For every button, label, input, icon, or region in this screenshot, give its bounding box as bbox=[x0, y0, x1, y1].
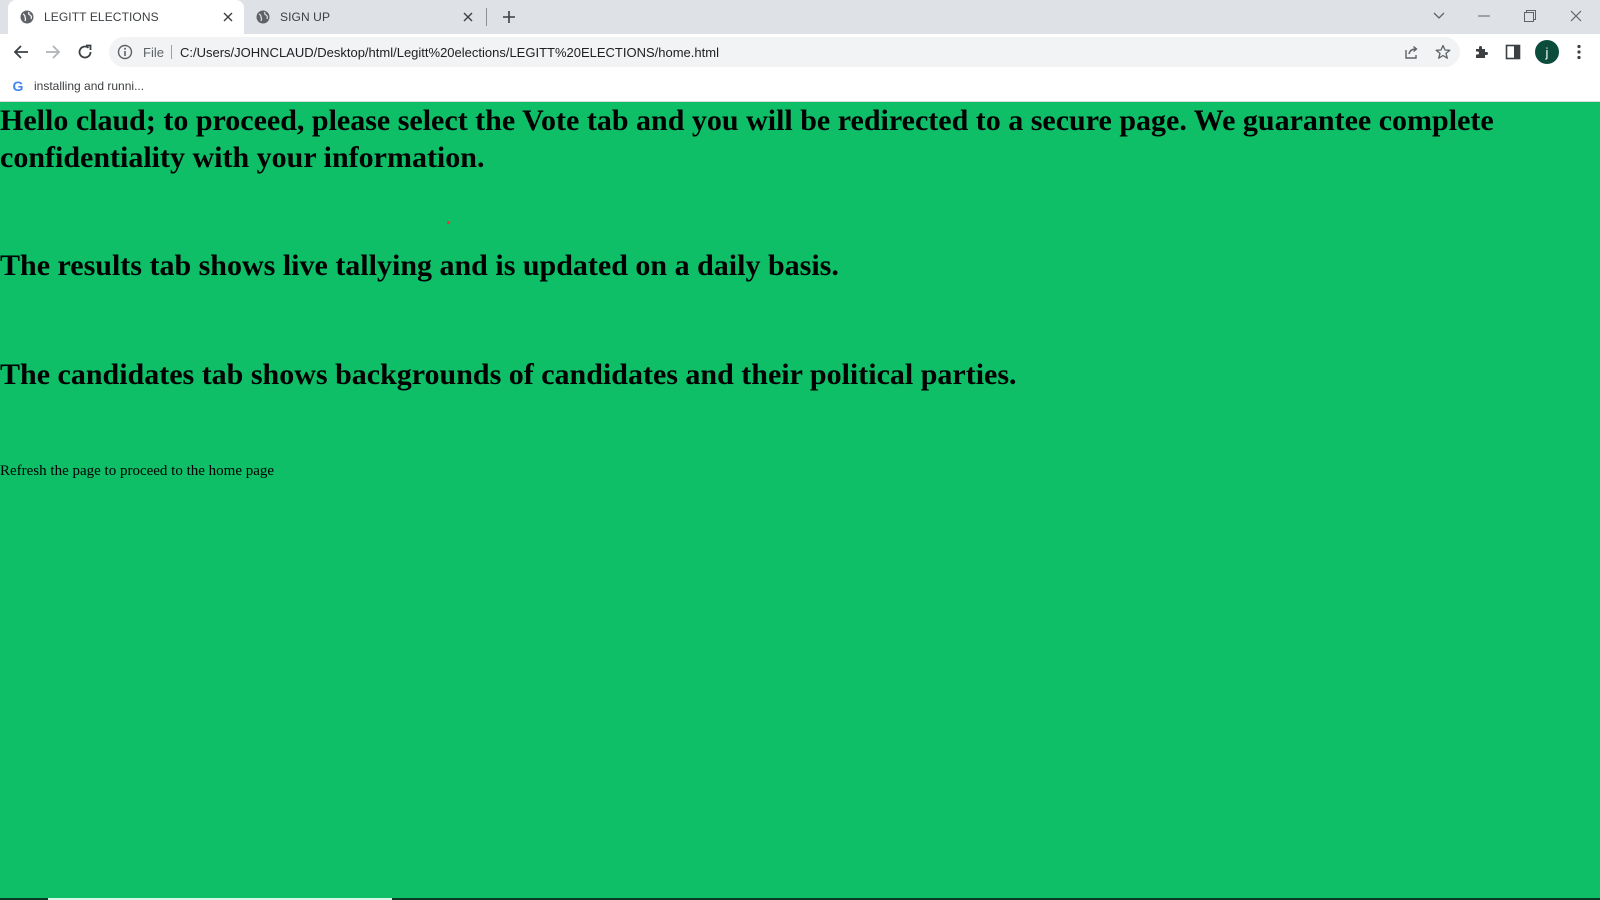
arrow-right-icon bbox=[46, 45, 61, 59]
chevron-down-icon bbox=[1433, 12, 1445, 19]
bookmark-star-icon[interactable] bbox=[1434, 43, 1452, 61]
back-button[interactable] bbox=[8, 39, 34, 65]
cursor-dot bbox=[447, 221, 450, 224]
new-tab-button[interactable] bbox=[499, 7, 519, 27]
refresh-note: Refresh the page to proceed to the home … bbox=[0, 463, 275, 479]
greeting-heading: Hello claud; to proceed, please select t… bbox=[0, 104, 1494, 174]
bookmark-label: installing and runni... bbox=[34, 79, 145, 93]
scheme-separator bbox=[171, 45, 172, 59]
tab-sign-up[interactable]: SIGN UP bbox=[244, 0, 484, 34]
minimize-icon bbox=[1478, 15, 1490, 17]
extensions-icon[interactable] bbox=[1469, 40, 1493, 64]
scheme-label: File bbox=[143, 45, 164, 60]
candidates-heading: The candidates tab shows backgrounds of … bbox=[0, 358, 1017, 391]
close-tab-icon[interactable] bbox=[220, 9, 236, 25]
globe-icon bbox=[256, 10, 270, 24]
close-window-button[interactable] bbox=[1562, 4, 1590, 28]
info-icon[interactable] bbox=[117, 44, 133, 60]
close-icon bbox=[1570, 10, 1582, 22]
url-text[interactable]: C:/Users/JOHNCLAUD/Desktop/html/Legitt%2… bbox=[180, 45, 719, 60]
tab-title: LEGITT ELECTIONS bbox=[44, 10, 159, 24]
results-heading: The results tab shows live tallying and … bbox=[0, 249, 839, 282]
tab-search-button[interactable] bbox=[1425, 4, 1453, 28]
close-tab-icon[interactable] bbox=[460, 9, 476, 25]
arrow-left-icon bbox=[13, 45, 28, 59]
profile-avatar[interactable]: j bbox=[1535, 40, 1559, 64]
browser-toolbar: File C:/Users/JOHNCLAUD/Desktop/html/Leg… bbox=[0, 34, 1600, 70]
tab-title: SIGN UP bbox=[280, 10, 331, 24]
share-icon[interactable] bbox=[1403, 43, 1421, 61]
plus-icon bbox=[503, 11, 515, 23]
bookmark-item[interactable]: G installing and runni... bbox=[10, 75, 145, 97]
restore-icon bbox=[1524, 10, 1536, 22]
globe-icon bbox=[20, 10, 34, 24]
reload-icon bbox=[78, 44, 92, 59]
menu-kebab-icon[interactable] bbox=[1567, 40, 1591, 64]
google-icon: G bbox=[12, 78, 24, 94]
address-bar[interactable]: File C:/Users/JOHNCLAUD/Desktop/html/Leg… bbox=[109, 37, 1460, 67]
tab-separator bbox=[486, 8, 487, 26]
reload-button[interactable] bbox=[72, 39, 98, 65]
minimize-button[interactable] bbox=[1470, 4, 1498, 28]
bookmarks-bar: G installing and runni... bbox=[0, 70, 1600, 102]
restore-button[interactable] bbox=[1516, 4, 1544, 28]
forward-button[interactable] bbox=[40, 39, 66, 65]
side-panel-icon[interactable] bbox=[1501, 40, 1525, 64]
tab-strip: LEGITT ELECTIONS SIGN UP bbox=[0, 0, 1600, 34]
tab-legitt-elections[interactable]: LEGITT ELECTIONS bbox=[8, 0, 244, 34]
page-content: Hello claud; to proceed, please select t… bbox=[0, 102, 1600, 900]
